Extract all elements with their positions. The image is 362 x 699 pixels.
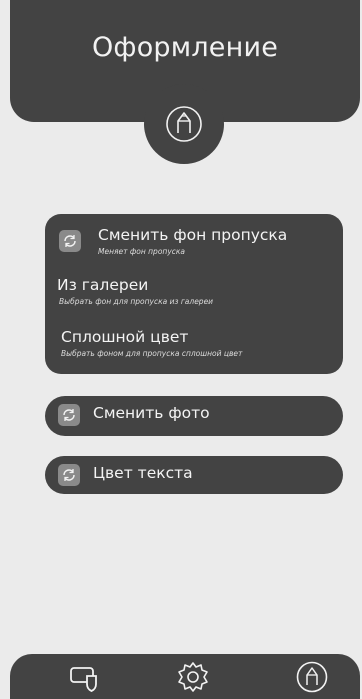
page-title: Оформление [91,32,279,63]
change-photo-refresh-button[interactable] [58,404,80,426]
nav-settings-button[interactable] [176,660,210,694]
text-color-label: Цвет текста [93,464,193,482]
gear-icon [178,662,208,692]
bottom-nav [10,654,360,699]
solid-color-option-title[interactable]: Сплошной цвет [61,328,188,346]
text-color-refresh-button[interactable] [58,464,80,486]
appearance-screen: Оформление Сменить фон пропуска Меняет ф… [0,0,362,699]
gallery-option-subtitle: Выбрать фон для пропуска из галереи [59,297,214,306]
solid-color-option-subtitle: Выбрать фоном для пропуска сплошной цвет [61,349,243,358]
change-background-subtitle: Меняет фон пропуска [98,247,186,256]
change-background-title: Сменить фон пропуска [98,226,288,244]
change-background-card: Сменить фон пропуска Меняет фон пропуска… [45,214,343,374]
gallery-option-title[interactable]: Из галереи [57,276,148,294]
header-badge [144,84,224,164]
nav-appearance-button[interactable] [295,660,329,694]
change-photo-button[interactable]: Сменить фото [45,396,343,436]
pass-icon [70,667,97,692]
text-color-button[interactable]: Цвет текста [45,456,343,494]
nav-pass-button[interactable] [67,660,101,694]
refresh-icon [64,235,76,247]
change-background-button[interactable] [59,230,81,252]
refresh-icon [63,409,75,421]
pen-icon [296,661,328,693]
refresh-icon [63,469,75,481]
change-photo-label: Сменить фото [93,404,210,422]
pen-icon [166,106,202,142]
